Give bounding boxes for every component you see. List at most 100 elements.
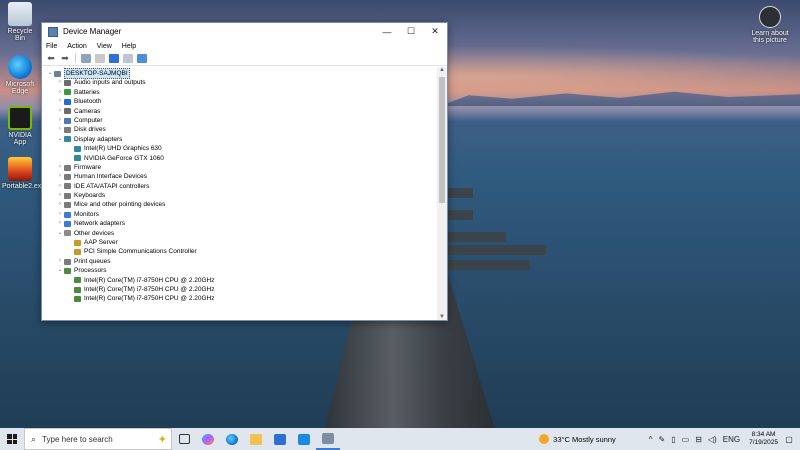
learn-about-picture[interactable]: Learn about this picture	[746, 6, 794, 44]
tree-category-node[interactable]: › IDE ATA/ATAPI controllers	[46, 182, 437, 191]
tree-category-node[interactable]: › Cameras	[46, 107, 437, 116]
edge-taskbar-button[interactable]	[220, 428, 244, 450]
flame-icon	[8, 157, 32, 181]
mail-button[interactable]	[292, 428, 316, 450]
close-button[interactable]: ✕	[423, 26, 447, 37]
start-button[interactable]	[0, 428, 24, 450]
device-manager-icon	[322, 432, 334, 444]
forward-arrow-icon[interactable]: ➡	[60, 54, 70, 63]
title-bar[interactable]: Device Manager — ☐ ✕	[42, 23, 447, 40]
pier-arm	[448, 260, 530, 270]
tree-node-label: Disk drives	[74, 126, 106, 134]
device-view-icon[interactable]	[123, 54, 133, 63]
expand-chevron-icon[interactable]: ›	[56, 191, 64, 200]
copilot-button[interactable]	[196, 428, 220, 450]
properties-icon[interactable]	[95, 54, 105, 63]
device-category-icon	[74, 239, 81, 246]
tree-category-node[interactable]: › Print queues	[46, 257, 437, 266]
pen-icon[interactable]: ✎	[659, 435, 666, 444]
tree-category-node[interactable]: › Audio inputs and outputs	[46, 78, 437, 87]
toolbar-separator	[75, 54, 76, 63]
tree-category-node[interactable]: › Bluetooth	[46, 97, 437, 106]
expand-chevron-icon[interactable]: ›	[56, 257, 64, 266]
tree-node-label: IDE ATA/ATAPI controllers	[74, 182, 150, 190]
tree-category-node[interactable]: ⌄ Processors	[46, 266, 437, 275]
device-manager-taskbar-button[interactable]	[316, 428, 340, 450]
tree-category-node[interactable]: › Monitors	[46, 210, 437, 219]
tree-device-node[interactable]: Intel(R) Core(TM) i7-8750H CPU @ 2.20GHz	[46, 285, 437, 294]
scan-hardware-icon[interactable]	[137, 54, 147, 63]
notification-icon[interactable]: ▢	[782, 435, 796, 444]
tree-category-node[interactable]: ⌄ Display adapters	[46, 135, 437, 144]
device-category-icon	[64, 108, 71, 115]
microsoft-store-button[interactable]	[268, 428, 292, 450]
expand-chevron-icon[interactable]: ›	[56, 182, 64, 191]
phone-link-icon[interactable]: ▯	[671, 435, 675, 444]
taskbar-search-box[interactable]: ⌕ Type here to search ✦	[24, 428, 172, 450]
desktop-icon-portable[interactable]: Portable2.exe	[2, 157, 45, 190]
desktop-icon-edge[interactable]: Microsoft Edge	[2, 55, 38, 95]
system-tray: 33°C Mostly sunny ^ ✎ ▯ ▭ ⊟ ◁) ENG 8:34 …	[539, 428, 800, 450]
show-hidden-icons-chevron-icon[interactable]: ^	[649, 435, 653, 444]
expand-chevron-icon[interactable]: ›	[56, 116, 64, 125]
tree-device-node[interactable]: Intel(R) Core(TM) i7-8750H CPU @ 2.20GHz	[46, 276, 437, 285]
desktop-icon-nvidia-app[interactable]: NVIDIA App	[2, 106, 38, 146]
expand-chevron-icon[interactable]: ›	[56, 172, 64, 181]
expand-chevron-icon[interactable]: ›	[56, 88, 64, 97]
battery-icon[interactable]: ▭	[682, 435, 690, 444]
desktop-icon-recycle-bin[interactable]: Recycle Bin	[2, 2, 38, 42]
volume-icon[interactable]: ◁)	[708, 435, 717, 444]
expand-chevron-icon[interactable]: ›	[56, 97, 64, 106]
expand-chevron-icon[interactable]: ›	[56, 219, 64, 228]
recycle-bin-icon	[8, 2, 32, 26]
expand-chevron-icon[interactable]: ›	[56, 163, 64, 172]
tree-device-node[interactable]: AAP Server	[46, 238, 437, 247]
store-icon	[274, 433, 286, 445]
expand-chevron-icon[interactable]: ›	[56, 125, 64, 134]
scroll-down-arrow-icon[interactable]: ▼	[437, 314, 447, 320]
scroll-up-arrow-icon[interactable]: ▲	[437, 67, 447, 73]
menu-file[interactable]: File	[46, 43, 57, 50]
language-indicator[interactable]: ENG	[723, 435, 740, 444]
tree-category-node[interactable]: › Batteries	[46, 88, 437, 97]
maximize-button[interactable]: ☐	[399, 26, 423, 37]
expand-chevron-icon[interactable]: ›	[56, 78, 64, 87]
collapse-chevron-icon[interactable]: ⌄	[56, 229, 64, 238]
tree-category-node[interactable]: › Mice and other pointing devices	[46, 200, 437, 209]
tree-category-node[interactable]: › Human Interface Devices	[46, 172, 437, 181]
menu-help[interactable]: Help	[122, 43, 136, 50]
tree-category-node[interactable]: › Network adapters	[46, 219, 437, 228]
expand-chevron-icon[interactable]: ›	[56, 210, 64, 219]
sun-icon	[539, 434, 550, 444]
expand-chevron-icon[interactable]: ›	[56, 200, 64, 209]
help-icon[interactable]	[109, 54, 119, 63]
tree-category-node[interactable]: › Computer	[46, 116, 437, 125]
tree-category-node[interactable]: › Firmware	[46, 163, 437, 172]
vertical-scrollbar[interactable]: ▲ ▼	[437, 67, 447, 320]
tree-node-label: Intel(R) UHD Graphics 630	[84, 145, 162, 153]
collapse-chevron-icon[interactable]: ⌄	[56, 266, 64, 275]
tree-device-node[interactable]: Intel(R) Core(TM) i7-8750H CPU @ 2.20GHz	[46, 294, 437, 303]
clock[interactable]: 8:34 AM 7/19/2025	[749, 431, 778, 447]
tree-device-node[interactable]: NVIDIA GeForce GTX 1060	[46, 154, 437, 163]
scrollbar-thumb[interactable]	[439, 77, 445, 203]
tree-root-node[interactable]: ⌄ DESKTOP-SAJMQBI	[46, 68, 437, 80]
tree-device-node[interactable]: PCI Simple Communications Controller	[46, 247, 437, 256]
network-icon[interactable]: ⊟	[695, 435, 702, 444]
device-category-icon	[64, 89, 71, 96]
tree-category-node[interactable]: › Disk drives	[46, 125, 437, 134]
weather-widget[interactable]: 33°C Mostly sunny	[539, 434, 616, 444]
collapse-chevron-icon[interactable]: ⌄	[46, 69, 54, 78]
tree-device-node[interactable]: Intel(R) UHD Graphics 630	[46, 144, 437, 153]
menu-view[interactable]: View	[97, 43, 112, 50]
back-arrow-icon[interactable]: ⬅	[46, 54, 56, 63]
menu-action[interactable]: Action	[67, 43, 86, 50]
collapse-chevron-icon[interactable]: ⌄	[56, 135, 64, 144]
expand-chevron-icon[interactable]: ›	[56, 107, 64, 116]
show-hide-console-tree-icon[interactable]	[81, 54, 91, 63]
minimize-button[interactable]: —	[375, 27, 399, 37]
task-view-button[interactable]	[172, 428, 196, 450]
file-explorer-button[interactable]	[244, 428, 268, 450]
tree-category-node[interactable]: › Keyboards	[46, 191, 437, 200]
tree-category-node[interactable]: ⌄ Other devices	[46, 229, 437, 238]
